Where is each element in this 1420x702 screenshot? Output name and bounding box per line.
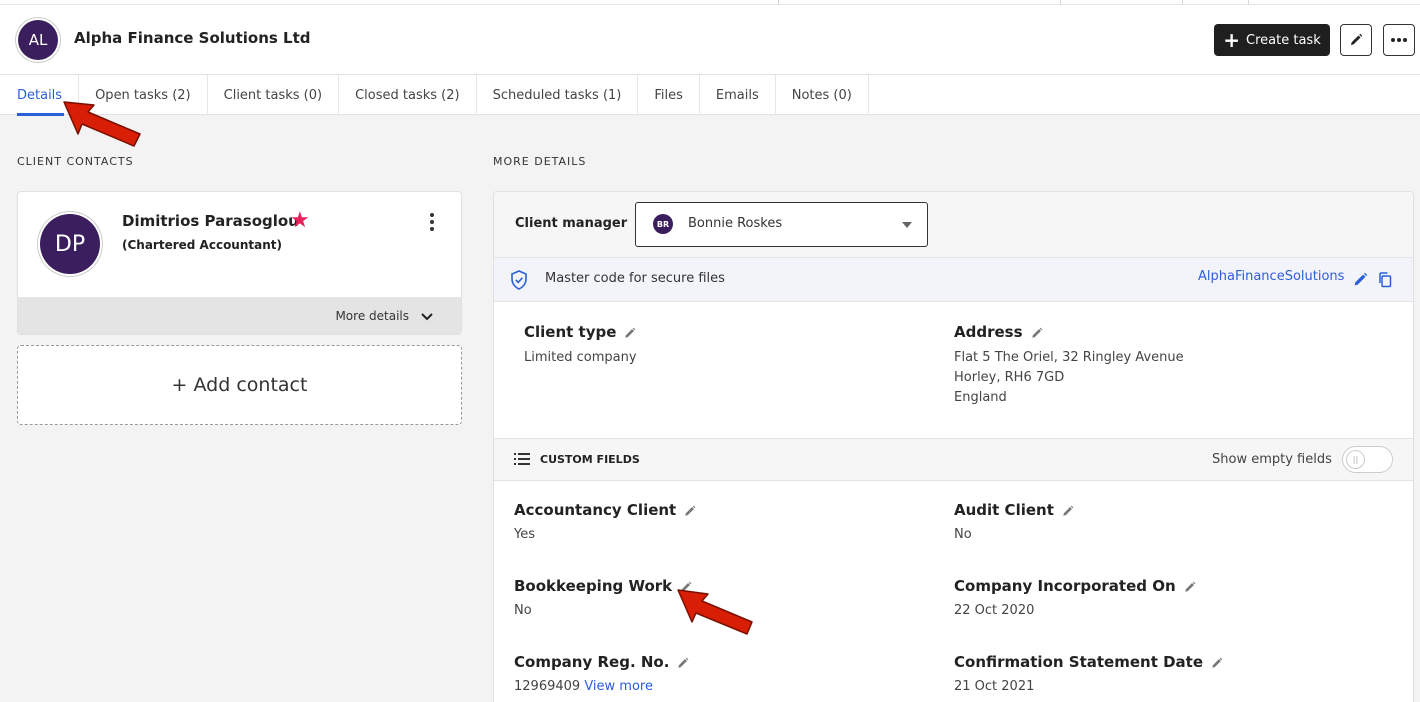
annotation-arrow-icon xyxy=(63,101,141,147)
top-divider-tick xyxy=(1060,0,1061,5)
view-more-link[interactable]: View more xyxy=(584,679,653,694)
company-incorporated-value: 22 Oct 2020 xyxy=(954,603,1035,618)
plus-icon: + xyxy=(1223,28,1241,52)
show-empty-fields-label: Show empty fields xyxy=(1212,452,1332,467)
contact-avatar: DP xyxy=(40,214,100,274)
more-details-heading: MORE DETAILS xyxy=(493,155,587,168)
client-avatar: AL xyxy=(18,20,58,60)
bookkeeping-work-label: Bookkeeping Work xyxy=(514,577,673,595)
more-details-label: More details xyxy=(335,309,409,323)
contact-name: Dimitrios Parasoglou xyxy=(122,212,299,230)
edit-client-button[interactable] xyxy=(1340,24,1372,56)
show-empty-fields-toggle[interactable]: || xyxy=(1342,446,1393,473)
contact-role: (Chartered Accountant) xyxy=(122,238,282,252)
basic-info-section: Client type Limited company Address Flat… xyxy=(494,302,1413,439)
pencil-icon xyxy=(1351,33,1363,45)
create-task-label: Create task xyxy=(1246,32,1321,48)
edit-accountancy-client-pencil-icon[interactable] xyxy=(684,505,696,517)
toggle-knob-icon: || xyxy=(1346,450,1365,469)
more-details-panel: Client manager BR Bonnie Roskes Master c… xyxy=(493,191,1414,702)
company-reg-no-value-row: 12969409 View more xyxy=(514,677,653,697)
client-manager-select[interactable]: BR Bonnie Roskes xyxy=(635,202,928,247)
custom-fields-label: CUSTOM FIELDS xyxy=(540,453,640,466)
top-divider-tick xyxy=(1182,0,1183,5)
custom-fields-header: CUSTOM FIELDS Show empty fields || xyxy=(494,439,1413,481)
primary-star-icon: ★ xyxy=(290,208,310,233)
manager-avatar: BR xyxy=(653,214,673,234)
bookkeeping-work-value: No xyxy=(514,603,532,618)
client-tabs: Details Open tasks (2) Client tasks (0) … xyxy=(0,75,1420,116)
client-type-label: Client type xyxy=(524,323,617,341)
more-horizontal-icon xyxy=(1391,38,1407,42)
tab-client-tasks[interactable]: Client tasks (0) xyxy=(208,75,340,115)
master-code-value[interactable]: AlphaFinanceSolutions xyxy=(1198,269,1344,284)
tab-notes[interactable]: Notes (0) xyxy=(776,75,869,115)
create-task-button[interactable]: + Create task xyxy=(1214,24,1330,56)
top-divider xyxy=(0,4,1420,5)
accountancy-client-value: Yes xyxy=(514,527,535,542)
manager-avatar-initials: BR xyxy=(656,219,670,229)
tab-closed-tasks[interactable]: Closed tasks (2) xyxy=(339,75,477,115)
company-reg-no-label: Company Reg. No. xyxy=(514,653,670,671)
edit-address-pencil-icon[interactable] xyxy=(1031,327,1043,339)
edit-client-type-pencil-icon[interactable] xyxy=(624,327,636,339)
tab-emails[interactable]: Emails xyxy=(700,75,776,115)
audit-client-value: No xyxy=(954,527,972,542)
company-incorporated-label: Company Incorporated On xyxy=(954,577,1176,595)
address-line: Flat 5 The Oriel, 32 Ringley Avenue xyxy=(954,350,1184,365)
company-reg-no-value: 12969409 xyxy=(514,679,581,694)
accountancy-client-label: Accountancy Client xyxy=(514,501,677,519)
client-title: Alpha Finance Solutions Ltd xyxy=(74,29,311,47)
client-manager-label: Client manager xyxy=(515,216,628,231)
edit-company-incorporated-pencil-icon[interactable] xyxy=(1184,581,1196,593)
list-icon xyxy=(514,453,530,465)
confirmation-statement-label: Confirmation Statement Date xyxy=(954,653,1204,671)
edit-confirmation-statement-pencil-icon[interactable] xyxy=(1211,657,1223,669)
edit-company-reg-no-pencil-icon[interactable] xyxy=(677,657,689,669)
address-label: Address xyxy=(954,323,1023,341)
chevron-down-icon xyxy=(421,313,433,321)
client-type-field: Client type xyxy=(524,323,636,341)
address-value: Flat 5 The Oriel, 32 Ringley Avenue Horl… xyxy=(954,348,1184,408)
address-field: Address xyxy=(954,323,1043,341)
master-code-label: Master code for secure files xyxy=(545,271,725,286)
address-line: England xyxy=(954,390,1007,405)
master-code-row: Master code for secure files AlphaFinanc… xyxy=(494,258,1413,302)
client-contacts-heading: CLIENT CONTACTS xyxy=(17,155,134,168)
tab-files[interactable]: Files xyxy=(638,75,700,115)
client-manager-row: Client manager BR Bonnie Roskes xyxy=(494,192,1413,258)
audit-client-field: Audit Client xyxy=(954,501,1074,519)
dropdown-caret-icon xyxy=(902,222,912,228)
contact-avatar-initials: DP xyxy=(54,231,86,257)
bookkeeping-work-field: Bookkeeping Work xyxy=(514,577,692,595)
client-type-value: Limited company xyxy=(524,350,637,365)
company-incorporated-field: Company Incorporated On xyxy=(954,577,1196,595)
contact-card: DP Dimitrios Parasoglou ★ (Chartered Acc… xyxy=(17,191,462,335)
add-contact-button[interactable]: + Add contact xyxy=(17,345,462,425)
company-reg-no-field: Company Reg. No. xyxy=(514,653,689,671)
edit-master-code-pencil-icon[interactable] xyxy=(1353,272,1368,287)
address-line: Horley, RH6 7GD xyxy=(954,370,1065,385)
more-options-button[interactable] xyxy=(1383,24,1415,56)
top-divider-tick xyxy=(778,0,779,5)
client-header: AL Alpha Finance Solutions Ltd + Create … xyxy=(0,0,1420,75)
audit-client-label: Audit Client xyxy=(954,501,1054,519)
annotation-arrow-icon xyxy=(677,589,753,635)
confirmation-statement-field: Confirmation Statement Date xyxy=(954,653,1223,671)
client-manager-value: Bonnie Roskes xyxy=(688,216,783,231)
accountancy-client-field: Accountancy Client xyxy=(514,501,696,519)
confirmation-statement-value: 21 Oct 2021 xyxy=(954,679,1035,694)
edit-audit-client-pencil-icon[interactable] xyxy=(1062,505,1074,517)
copy-icon[interactable] xyxy=(1378,272,1392,288)
top-divider-tick xyxy=(1248,0,1249,5)
tab-scheduled-tasks[interactable]: Scheduled tasks (1) xyxy=(477,75,639,115)
contact-more-details-toggle[interactable]: More details xyxy=(18,297,461,334)
contact-menu-kebab-icon[interactable] xyxy=(422,210,442,234)
client-avatar-initials: AL xyxy=(28,31,48,49)
shield-check-icon xyxy=(511,270,527,290)
